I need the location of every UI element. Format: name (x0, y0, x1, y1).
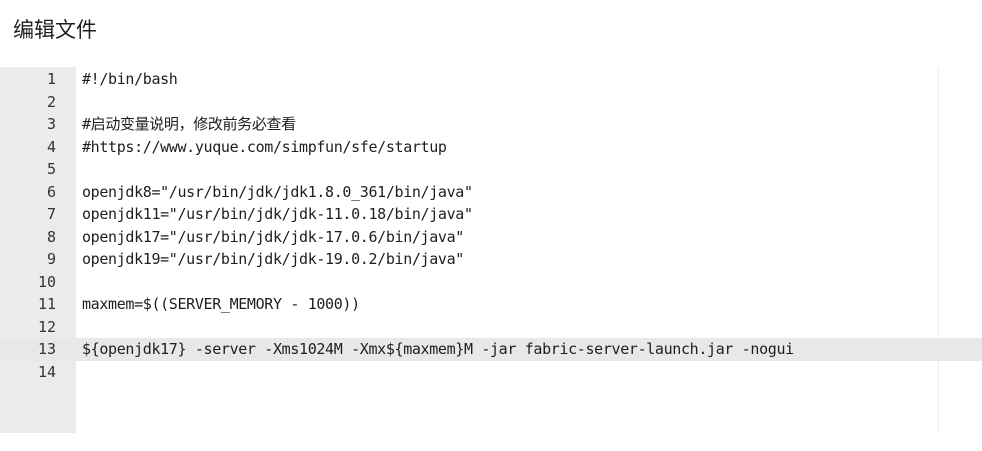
editor-line[interactable]: 9 openjdk19="/usr/bin/jdk/jdk-19.0.2/bin… (0, 248, 982, 271)
line-number: 14 (37, 362, 56, 381)
line-text[interactable]: openjdk8="/usr/bin/jdk/jdk1.8.0_361/bin/… (82, 181, 473, 204)
line-text[interactable]: #https://www.yuque.com/simpfun/sfe/start… (82, 136, 447, 159)
line-number: 13 (37, 340, 56, 358)
editor-line[interactable]: 6 openjdk8="/usr/bin/jdk/jdk1.8.0_361/bi… (0, 181, 982, 204)
editor-line[interactable]: 5 (0, 158, 982, 181)
editor-line[interactable]: 10 (0, 271, 982, 294)
line-text[interactable]: openjdk19="/usr/bin/jdk/jdk-19.0.2/bin/j… (82, 248, 464, 271)
line-text[interactable]: maxmem=$((SERVER_MEMORY - 1000)) (82, 293, 360, 316)
code-editor[interactable]: 1 #!/bin/bash 2 3 #启动变量说明，修改前务必查看 4 #htt… (0, 67, 982, 433)
line-number: 8 (46, 227, 56, 246)
editor-line[interactable]: 7 openjdk11="/usr/bin/jdk/jdk-11.0.18/bi… (0, 203, 982, 226)
page-title: 编辑文件 (13, 18, 97, 42)
editor-line[interactable]: 14 (0, 361, 982, 384)
line-text[interactable]: #!/bin/bash (82, 68, 178, 91)
line-number: 9 (46, 250, 56, 268)
line-number: 6 (46, 182, 56, 201)
line-number: 3 (46, 115, 56, 133)
line-number: 10 (37, 272, 56, 291)
line-number: 2 (46, 92, 56, 111)
line-number: 5 (46, 160, 56, 178)
editor-line[interactable]: 4 #https://www.yuque.com/simpfun/sfe/sta… (0, 136, 982, 159)
editor-line-active[interactable]: 13 ${openjdk17} -server -Xms1024M -Xmx${… (0, 338, 982, 361)
line-number: 4 (46, 137, 56, 156)
editor-line[interactable]: 3 #启动变量说明，修改前务必查看 (0, 113, 982, 136)
line-text[interactable]: #启动变量说明，修改前务必查看 (82, 113, 296, 136)
editor-line[interactable]: 11 maxmem=$((SERVER_MEMORY - 1000)) (0, 293, 982, 316)
line-text[interactable]: openjdk11="/usr/bin/jdk/jdk-11.0.18/bin/… (82, 203, 473, 226)
editor-line[interactable]: 1 #!/bin/bash (0, 68, 982, 91)
line-text[interactable]: ${openjdk17} -server -Xms1024M -Xmx${max… (82, 338, 794, 361)
editor-line[interactable]: 12 (0, 316, 982, 339)
line-number: 12 (37, 317, 56, 336)
line-number: 7 (46, 205, 56, 223)
line-text[interactable]: openjdk17="/usr/bin/jdk/jdk-17.0.6/bin/j… (82, 226, 464, 249)
editor-line[interactable]: 8 openjdk17="/usr/bin/jdk/jdk-17.0.6/bin… (0, 226, 982, 249)
line-number: 11 (37, 295, 56, 313)
editor-lines[interactable]: 1 #!/bin/bash 2 3 #启动变量说明，修改前务必查看 4 #htt… (0, 68, 982, 383)
line-number: 1 (46, 70, 56, 88)
editor-line[interactable]: 2 (0, 91, 982, 114)
